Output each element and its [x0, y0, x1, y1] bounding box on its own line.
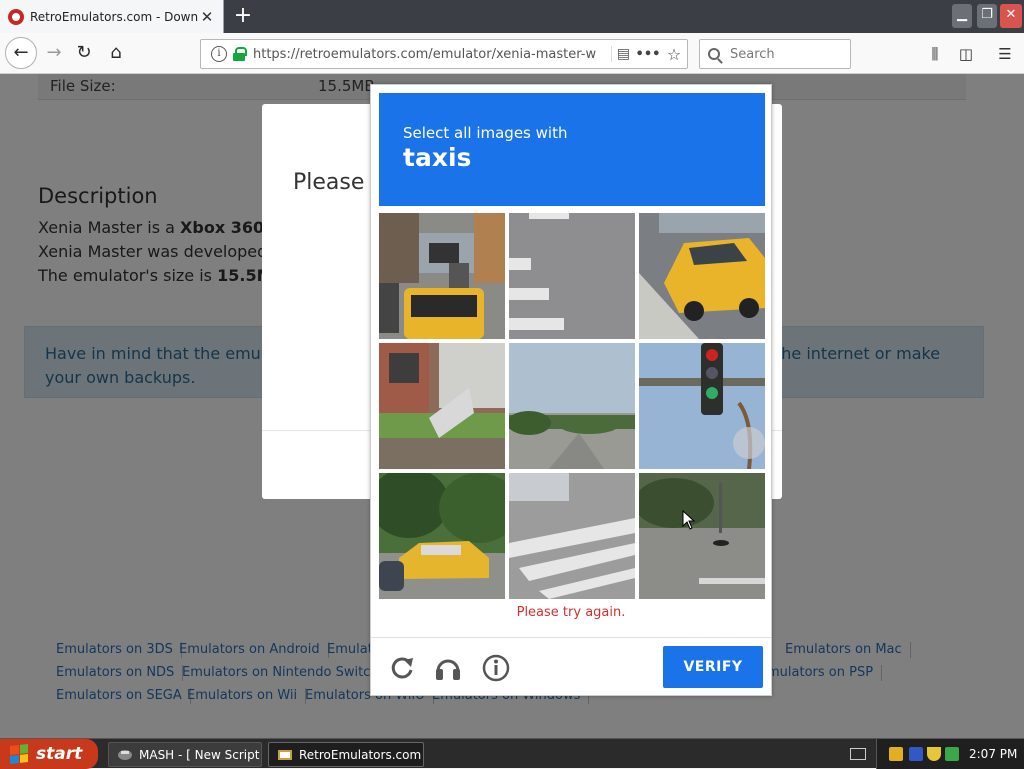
reader-view-icon[interactable]: ▤	[611, 46, 635, 62]
window-close-button[interactable]: ✕	[1000, 4, 1022, 28]
address-bar[interactable]: i https://retroemulators.com/emulator/xe…	[200, 39, 688, 69]
lock-icon	[233, 47, 247, 61]
bookmark-star-icon[interactable]: ☆	[661, 45, 687, 64]
start-button[interactable]: start	[0, 739, 98, 769]
mouse-cursor-icon	[682, 510, 696, 530]
home-button[interactable]: ⌂	[102, 39, 130, 67]
taskbar-item-mash[interactable]: MASH - [ New Script ] *	[108, 742, 262, 767]
sidebar-icon[interactable]: ◫	[955, 43, 977, 65]
captcha-tile[interactable]	[639, 473, 765, 599]
captcha-instruction: Select all images with	[403, 124, 568, 142]
search-input[interactable]: Search	[699, 39, 851, 69]
search-icon	[708, 48, 720, 60]
page-actions-icon[interactable]: •••	[635, 47, 661, 62]
browser-toolbar: ← → ↻ ⌂ i https://retroemulators.com/emu…	[0, 33, 1024, 74]
browser-app-icon	[278, 749, 292, 760]
captcha-tile[interactable]	[379, 473, 505, 599]
window-restore-button[interactable]: ❐	[977, 4, 997, 28]
library-icon[interactable]: ⫼	[924, 43, 946, 65]
tab-close-icon[interactable]: ✕	[199, 8, 215, 26]
site-info-icon[interactable]: i	[211, 46, 227, 62]
browser-tab[interactable]: RetroEmulators.com - Download X ✕	[0, 0, 224, 33]
captcha-challenge: Select all images with taxis Please try …	[370, 84, 772, 696]
forward-button[interactable]: →	[40, 39, 68, 67]
back-button[interactable]: ←	[5, 37, 37, 69]
captcha-tile[interactable]	[379, 213, 505, 339]
keyboard-icon[interactable]	[850, 748, 866, 760]
captcha-image-grid	[379, 213, 765, 599]
new-tab-button[interactable]: +	[230, 3, 256, 29]
security-shield-icon[interactable]	[927, 747, 941, 761]
captcha-tile[interactable]	[639, 343, 765, 469]
clock: 2:07 PM	[969, 747, 1018, 761]
captcha-tile[interactable]	[639, 213, 765, 339]
tray-status-icon[interactable]	[945, 747, 959, 761]
verify-button[interactable]: VERIFY	[663, 646, 763, 688]
captcha-footer-divider	[371, 637, 771, 638]
tab-title: RetroEmulators.com - Download X	[30, 9, 199, 24]
window-minimize-button[interactable]: ▁	[952, 4, 972, 28]
task-label: RetroEmulators.com -...	[299, 747, 423, 762]
tray-app-icon[interactable]	[889, 747, 903, 761]
info-icon[interactable]	[481, 653, 513, 685]
captcha-tile[interactable]	[379, 343, 505, 469]
captcha-tile[interactable]	[509, 343, 635, 469]
reload-button[interactable]: ↻	[70, 39, 98, 67]
taskbar: start MASH - [ New Script ] * RetroEmula…	[0, 738, 1024, 769]
site-favicon-icon	[8, 8, 24, 25]
url-text[interactable]: https://retroemulators.com/emulator/xeni…	[253, 47, 611, 62]
captcha-error-message: Please try again.	[516, 605, 626, 620]
captcha-tile[interactable]	[509, 213, 635, 339]
captcha-header: Select all images with taxis	[379, 93, 765, 206]
search-placeholder: Search	[730, 46, 775, 62]
tray-network-icon[interactable]	[909, 747, 923, 761]
windows-logo-icon	[10, 744, 28, 764]
menu-icon[interactable]: ☰	[994, 43, 1016, 65]
taskbar-item-browser[interactable]: RetroEmulators.com -...	[268, 742, 424, 767]
captcha-target: taxis	[403, 143, 472, 172]
browser-tab-strip: RetroEmulators.com - Download X ✕ + ▁ ❐ …	[0, 0, 1024, 33]
reload-icon[interactable]	[387, 653, 419, 685]
headphones-icon[interactable]	[433, 653, 465, 685]
start-label: start	[36, 744, 83, 764]
task-label: MASH - [ New Script ] *	[139, 747, 261, 762]
mash-app-icon	[118, 749, 132, 760]
system-tray: 2:07 PM	[876, 739, 1024, 769]
captcha-tile[interactable]	[509, 473, 635, 599]
